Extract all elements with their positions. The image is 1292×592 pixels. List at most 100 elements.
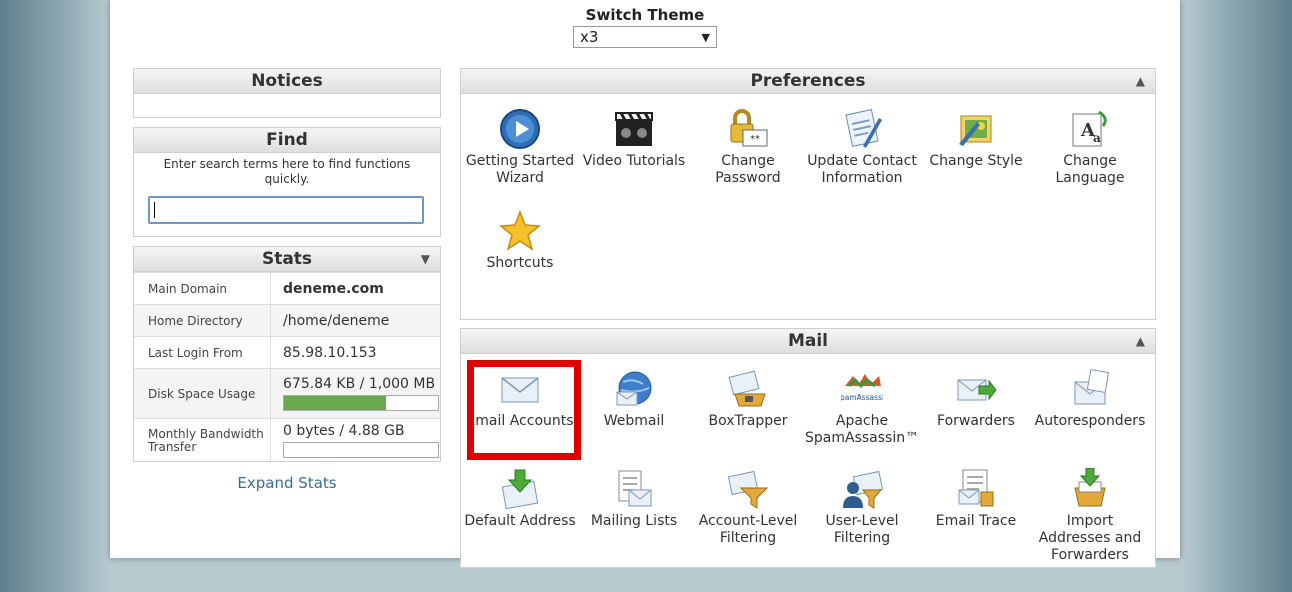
item-label: Mailing Lists bbox=[590, 513, 678, 529]
find-panel: Find Enter search terms here to find fun… bbox=[133, 127, 441, 237]
item-label: Forwarders bbox=[937, 413, 1015, 429]
table-row: Main Domain deneme.com bbox=[134, 272, 440, 305]
video-tutorials-icon bbox=[615, 112, 653, 146]
account-level-filtering-link[interactable]: Account-Level Filtering bbox=[691, 468, 805, 547]
preferences-title: Preferences ▲ bbox=[461, 69, 1155, 94]
switch-theme-label: Switch Theme bbox=[585, 6, 705, 24]
autoresponders-icon bbox=[1074, 369, 1110, 405]
notices-panel: Notices bbox=[133, 68, 441, 118]
default-address-icon bbox=[501, 469, 539, 510]
stat-value: 85.98.10.153 bbox=[270, 336, 440, 369]
collapse-down-icon[interactable]: ▼ bbox=[421, 247, 430, 271]
video-tutorials-link[interactable]: Video Tutorials bbox=[577, 108, 691, 170]
item-label: Webmail bbox=[603, 413, 665, 429]
contact-info-icon bbox=[845, 109, 882, 148]
item-label: Update Contact Information bbox=[807, 153, 917, 186]
mail-icons: Email Accounts Webmail BoxTrapper pamAss… bbox=[461, 354, 1155, 592]
collapse-up-icon[interactable]: ▲ bbox=[1136, 69, 1145, 93]
cpanel-page: Switch Theme x3 ▼ Notices Find Enter sea… bbox=[110, 0, 1180, 568]
item-label: Email Accounts bbox=[466, 413, 574, 429]
getting-started-wizard-link[interactable]: Getting Started Wizard bbox=[463, 108, 577, 187]
import-addresses-icon bbox=[1074, 468, 1106, 507]
find-hint: Enter search terms here to find function… bbox=[163, 157, 411, 186]
stats-panel: Stats ▼ Main Domain deneme.com Home Dire… bbox=[133, 246, 441, 463]
item-label: Account-Level Filtering bbox=[698, 513, 798, 546]
theme-select-value: x3 bbox=[580, 28, 599, 46]
change-language-link[interactable]: A a Change Language bbox=[1033, 108, 1147, 187]
table-row: Disk Space Usage 675.84 KB / 1,000 MB bbox=[134, 368, 440, 419]
change-password-link[interactable]: ** Change Password bbox=[691, 108, 805, 187]
user-level-filtering-link[interactable]: User-Level Filtering bbox=[805, 468, 919, 547]
table-row: Last Login From 85.98.10.153 bbox=[134, 336, 440, 369]
change-language-icon: A a bbox=[1072, 110, 1107, 147]
getting-started-icon bbox=[500, 109, 540, 149]
preferences-icons: Getting Started Wizard Video Tutorials *… bbox=[461, 94, 1155, 344]
item-label: User-Level Filtering bbox=[825, 513, 899, 546]
shortcuts-icon bbox=[499, 210, 541, 251]
item-label: Shortcuts bbox=[486, 255, 554, 271]
collapse-up-icon[interactable]: ▲ bbox=[1136, 329, 1145, 353]
find-title: Find bbox=[134, 128, 440, 153]
item-label: Change Password bbox=[715, 153, 781, 186]
update-contact-information-link[interactable]: Update Contact Information bbox=[805, 108, 919, 187]
boxtrapper-icon bbox=[728, 370, 766, 407]
disk-usage-fill bbox=[284, 396, 386, 410]
stat-label: Home Directory bbox=[134, 304, 271, 337]
svg-text:**: ** bbox=[750, 134, 760, 145]
email-accounts-link[interactable]: Email Accounts bbox=[463, 368, 577, 430]
boxtrapper-link[interactable]: BoxTrapper bbox=[691, 368, 805, 430]
change-password-icon: ** bbox=[730, 109, 768, 147]
stat-label: Main Domain bbox=[134, 272, 271, 305]
mail-title: Mail ▲ bbox=[461, 329, 1155, 354]
spamassassin-logo-text: SpamAssassin bbox=[841, 393, 883, 402]
stat-label: Last Login From bbox=[134, 336, 271, 369]
find-input[interactable] bbox=[148, 196, 424, 224]
item-label: Getting Started Wizard bbox=[465, 153, 575, 186]
user-filtering-icon bbox=[843, 470, 883, 509]
switch-theme: Switch Theme x3 ▼ bbox=[570, 6, 720, 48]
change-style-link[interactable]: Change Style bbox=[919, 108, 1033, 170]
bandwidth-bar bbox=[283, 442, 439, 459]
forwarders-link[interactable]: Forwarders bbox=[919, 368, 1033, 430]
spamassassin-icon: SpamAssassin bbox=[841, 374, 883, 402]
theme-select[interactable]: x3 ▼ bbox=[573, 26, 717, 48]
autoresponders-link[interactable]: Autoresponders bbox=[1033, 368, 1147, 430]
import-addresses-link[interactable]: Import Addresses and Forwarders bbox=[1033, 468, 1147, 564]
item-label: Import Addresses and Forwarders bbox=[1038, 513, 1142, 563]
item-label: Video Tutorials bbox=[582, 153, 686, 169]
apache-spamassassin-link[interactable]: SpamAssassin Apache SpamAssassin™ bbox=[805, 368, 919, 447]
item-label: Change Style bbox=[929, 153, 1023, 169]
stat-value: 675.84 KB / 1,000 MB bbox=[270, 368, 440, 419]
dropdown-arrow-icon: ▼ bbox=[701, 30, 710, 44]
account-filtering-icon bbox=[727, 470, 769, 509]
stat-value: 0 bytes / 4.88 GB bbox=[270, 418, 440, 463]
notices-title: Notices bbox=[134, 69, 440, 94]
forwarders-icon bbox=[957, 379, 997, 401]
disk-usage-bar bbox=[283, 395, 439, 411]
mailing-lists-link[interactable]: Mailing Lists bbox=[577, 468, 691, 530]
email-accounts-icon bbox=[501, 377, 539, 403]
mail-title-text: Mail bbox=[787, 331, 829, 351]
preferences-title-text: Preferences bbox=[750, 71, 866, 91]
email-trace-link[interactable]: Email Trace bbox=[919, 468, 1033, 530]
mailing-lists-icon bbox=[618, 470, 652, 507]
preferences-panel: Preferences ▲ Getting Started Wizard Vid… bbox=[460, 68, 1156, 320]
bandwidth-text: 0 bytes / 4.88 GB bbox=[283, 423, 405, 440]
mail-panel: Mail ▲ Email Accounts Webmail BoxTrapper… bbox=[460, 328, 1156, 568]
svg-text:a: a bbox=[1093, 131, 1101, 145]
expand-stats-link[interactable]: Expand Stats bbox=[133, 474, 441, 492]
stats-title: Stats ▼ bbox=[134, 247, 440, 272]
text-caret bbox=[154, 202, 155, 218]
item-label: Default Address bbox=[464, 513, 576, 529]
email-trace-icon bbox=[958, 469, 994, 507]
default-address-link[interactable]: Default Address bbox=[463, 468, 577, 530]
stat-value: deneme.com bbox=[270, 272, 440, 305]
shortcuts-link[interactable]: Shortcuts bbox=[463, 210, 577, 272]
item-label: Email Trace bbox=[935, 513, 1017, 529]
item-label: Change Language bbox=[1055, 153, 1125, 186]
webmail-icon bbox=[616, 371, 652, 406]
stats-table: Main Domain deneme.com Home Directory /h… bbox=[134, 272, 440, 463]
item-label: BoxTrapper bbox=[708, 413, 788, 429]
stat-value: /home/deneme bbox=[270, 304, 440, 337]
webmail-link[interactable]: Webmail bbox=[577, 368, 691, 430]
